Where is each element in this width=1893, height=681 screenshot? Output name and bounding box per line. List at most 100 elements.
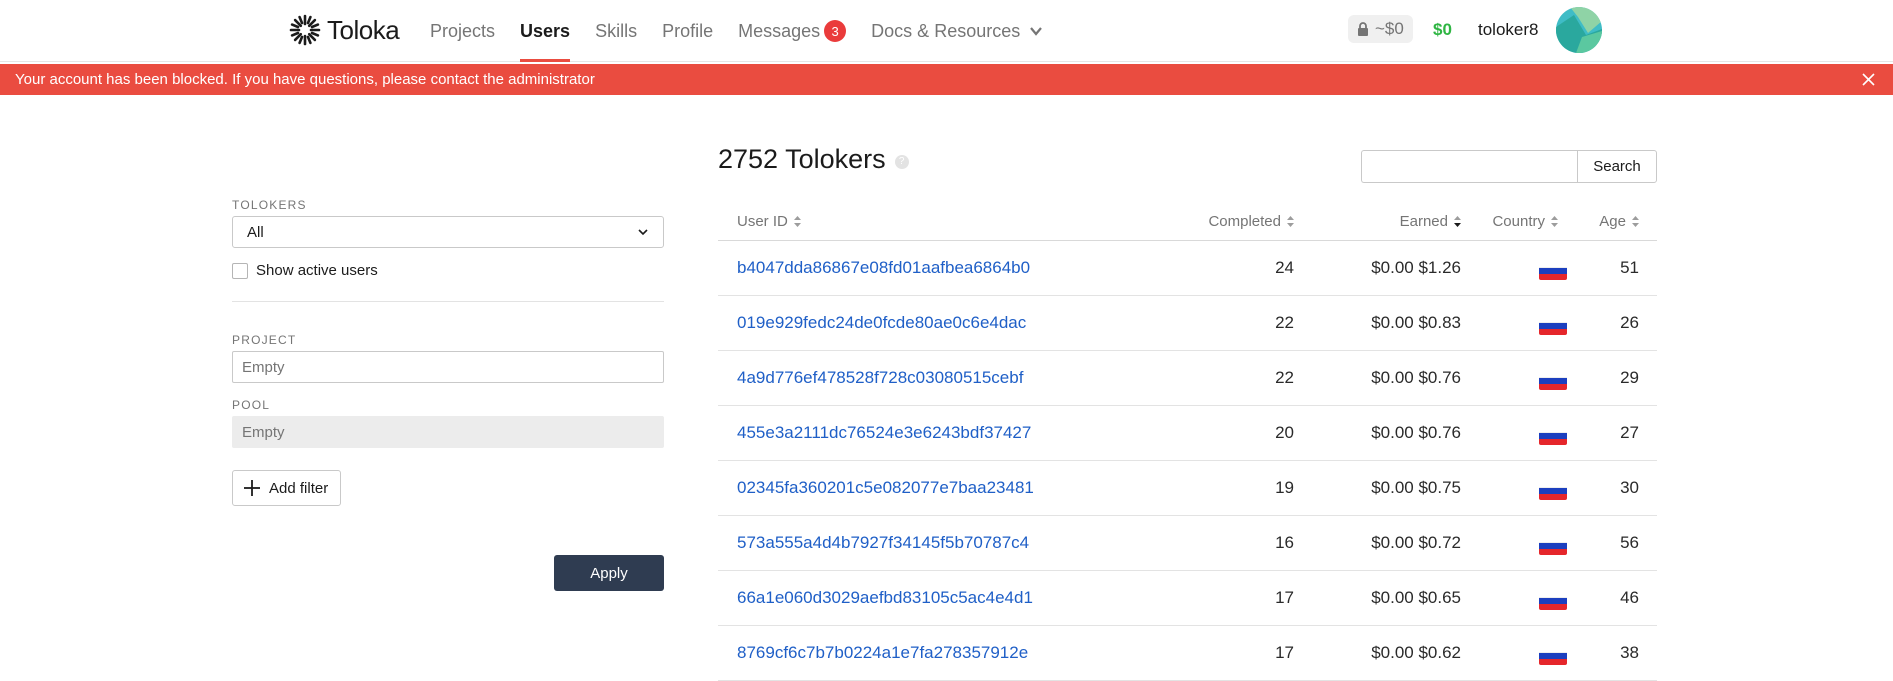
completed-cell: 19: [1275, 478, 1294, 497]
user-id-link[interactable]: 4a9d776ef478528f728c03080515cebf: [737, 368, 1023, 388]
column-country-label: Country: [1492, 213, 1545, 230]
sort-icon: [1551, 216, 1558, 227]
tolokers-select-value: All: [247, 223, 264, 241]
project-filter-label: PROJECT: [232, 333, 297, 347]
age-cell: 38: [1620, 643, 1639, 662]
search-button[interactable]: Search: [1577, 150, 1657, 183]
alert-text: Your account has been blocked. If you ha…: [15, 71, 595, 88]
ru-flag-icon: [1539, 536, 1567, 555]
completed-cell: 22: [1275, 368, 1294, 387]
user-id-link[interactable]: 019e929fedc24de0fcde80ae0c6e4dac: [737, 313, 1026, 333]
age-cell: 29: [1620, 368, 1639, 387]
column-age-label: Age: [1599, 213, 1626, 230]
user-id-link[interactable]: b4047dda86867e08fd01aafbea6864b0: [737, 258, 1030, 278]
age-cell: 26: [1620, 313, 1639, 332]
tolokers-filter-label: TOLOKERS: [232, 198, 307, 212]
filters-divider: [232, 301, 664, 302]
column-earned-label: Earned: [1399, 213, 1448, 230]
nav-skills-label: Skills: [595, 20, 638, 41]
blocked-alert: Your account has been blocked. If you ha…: [0, 64, 1893, 95]
earned-cell: $0.00 $0.75: [1371, 478, 1461, 497]
table-row: b4047dda86867e08fd01aafbea6864b0 24 $0.0…: [718, 241, 1657, 296]
chevron-down-icon: [638, 229, 648, 236]
nav-users-label: Users: [520, 20, 571, 41]
plus-icon: [244, 480, 260, 496]
age-cell: 46: [1620, 588, 1639, 607]
search-input[interactable]: [1361, 150, 1577, 183]
page-title-text: 2752 Tolokers: [718, 144, 886, 174]
nav-profile[interactable]: Profile: [662, 0, 713, 62]
column-completed[interactable]: Completed: [1208, 213, 1294, 230]
column-earned[interactable]: Earned: [1400, 213, 1461, 230]
user-id-link[interactable]: 573a555a4d4b7927f34145f5b70787c4: [737, 533, 1029, 553]
ru-flag-icon: [1539, 371, 1567, 390]
table-header: User ID Completed Earned Country Age: [718, 205, 1657, 241]
filters-panel: TOLOKERS All Show active users PROJECT P…: [232, 198, 664, 591]
tolokers-select[interactable]: All: [232, 216, 664, 248]
earned-cell: $0.00 $0.76: [1371, 423, 1461, 442]
on-hold-balance[interactable]: ~$0: [1348, 15, 1413, 43]
show-active-label: Show active users: [256, 262, 378, 279]
apply-label: Apply: [590, 564, 628, 582]
tolokers-table: User ID Completed Earned Country Age b40…: [718, 205, 1657, 681]
search-button-label: Search: [1593, 158, 1641, 175]
help-icon[interactable]: ?: [894, 154, 909, 169]
show-active-checkbox[interactable]: [232, 262, 248, 279]
completed-cell: 17: [1275, 588, 1294, 607]
top-header: Toloka Projects Users Skills Profile Mes…: [0, 0, 1893, 62]
ru-flag-icon: [1539, 481, 1567, 500]
lock-icon: [1358, 22, 1368, 36]
username[interactable]: toloker8: [1478, 20, 1538, 40]
column-age[interactable]: Age: [1599, 213, 1639, 230]
pool-filter-label: POOL: [232, 398, 271, 412]
table-row: 573a555a4d4b7927f34145f5b70787c4 16 $0.0…: [718, 516, 1657, 571]
earned-cell: $0.00 $0.65: [1371, 588, 1461, 607]
age-cell: 30: [1620, 478, 1639, 497]
completed-cell: 24: [1275, 258, 1294, 277]
earned-cell: $0.00 $0.72: [1371, 533, 1461, 552]
completed-cell: 22: [1275, 313, 1294, 332]
table-row: 019e929fedc24de0fcde80ae0c6e4dac 22 $0.0…: [718, 296, 1657, 351]
age-cell: 51: [1620, 258, 1639, 277]
user-id-link[interactable]: 02345fa360201c5e082077e7baa23481: [737, 478, 1034, 498]
sort-icon: [793, 216, 801, 227]
earned-cell: $0.00 $0.76: [1371, 368, 1461, 387]
nav-docs-resources[interactable]: Docs & Resources: [871, 0, 1044, 62]
column-user-id[interactable]: User ID: [737, 213, 801, 230]
nav-messages-label: Messages: [738, 20, 821, 41]
add-filter-button[interactable]: Add filter: [232, 470, 342, 506]
completed-cell: 20: [1275, 423, 1294, 442]
close-icon[interactable]: [1861, 72, 1876, 87]
apply-button[interactable]: Apply: [554, 555, 664, 591]
nav-skills[interactable]: Skills: [595, 0, 637, 62]
nav-messages[interactable]: Messages 3: [738, 0, 847, 62]
sort-desc-icon: [1454, 216, 1461, 227]
sort-icon: [1287, 216, 1294, 227]
column-country[interactable]: Country: [1492, 213, 1558, 230]
add-filter-label: Add filter: [269, 479, 329, 497]
on-hold-amount: ~$0: [1375, 19, 1404, 38]
nav-projects[interactable]: Projects: [430, 0, 495, 62]
ru-flag-icon: [1539, 426, 1567, 445]
earned-cell: $0.00 $0.83: [1371, 313, 1461, 332]
ru-flag-icon: [1539, 316, 1567, 335]
toloka-logo[interactable]: Toloka: [287, 12, 400, 48]
table-row: 455e3a2111dc76524e3e6243bdf37427 20 $0.0…: [718, 406, 1657, 461]
user-id-link[interactable]: 66a1e060d3029aefbd83105c5ac4e4d1: [737, 588, 1033, 608]
user-id-link[interactable]: 8769cf6c7b7b0224a1e7fa278357912e: [737, 643, 1028, 663]
sort-icon: [1632, 216, 1639, 227]
avatar[interactable]: [1556, 7, 1602, 53]
nav-users[interactable]: Users: [520, 0, 571, 62]
nav-docs-label: Docs & Resources: [871, 20, 1021, 41]
completed-cell: 17: [1275, 643, 1294, 662]
ru-flag-icon: [1539, 646, 1567, 665]
nav-projects-label: Projects: [430, 20, 496, 41]
table-row: 02345fa360201c5e082077e7baa23481 19 $0.0…: [718, 461, 1657, 516]
toloka-logo-icon: [289, 14, 321, 46]
page-title: 2752 Tolokers ?: [718, 144, 909, 175]
balance[interactable]: $0: [1433, 20, 1452, 40]
main-nav: Projects Users Skills Profile Messages 3…: [430, 0, 1069, 62]
user-id-link[interactable]: 455e3a2111dc76524e3e6243bdf37427: [737, 423, 1031, 443]
project-input[interactable]: [232, 351, 664, 383]
table-row: 66a1e060d3029aefbd83105c5ac4e4d1 17 $0.0…: [718, 571, 1657, 626]
